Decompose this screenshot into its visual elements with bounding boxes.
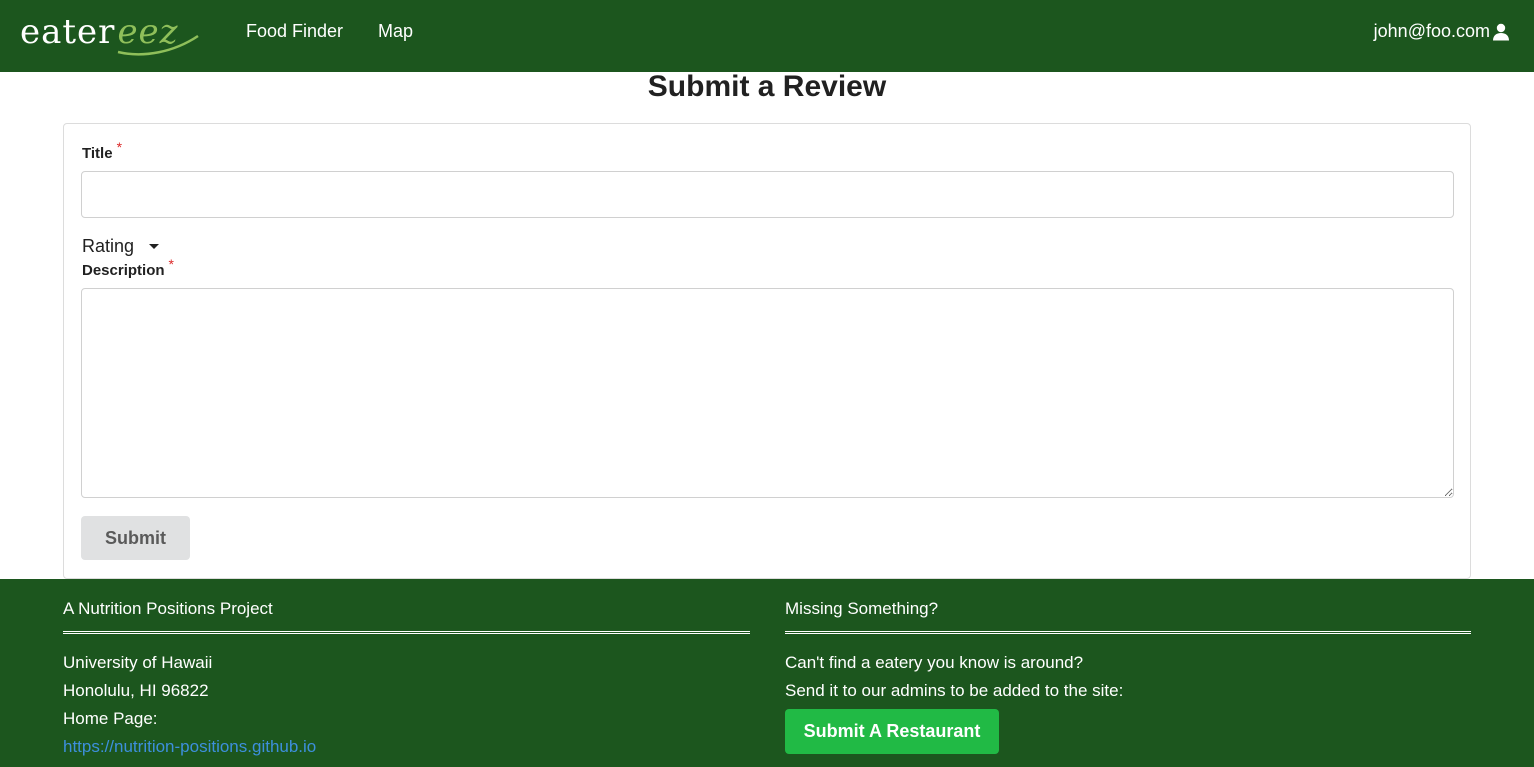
footer-right-heading: Missing Something? bbox=[785, 599, 939, 618]
title-label: Title * bbox=[82, 139, 122, 162]
footer-divider bbox=[63, 631, 750, 634]
caret-down-icon bbox=[149, 244, 160, 249]
footer-address-line: Honolulu, HI 96822 bbox=[63, 681, 209, 700]
user-menu[interactable]: john@foo.com bbox=[1374, 21, 1510, 42]
top-navbar: eater eez Food Finder Map john@foo.com bbox=[0, 0, 1534, 72]
description-label: Description * bbox=[82, 256, 174, 279]
footer-missing-text: Can't find a eatery you know is around? … bbox=[785, 649, 1471, 754]
user-icon bbox=[1492, 23, 1510, 41]
footer-left-heading: A Nutrition Positions Project bbox=[63, 599, 273, 618]
user-email: john@foo.com bbox=[1373, 21, 1490, 41]
footer-left-column: A Nutrition Positions Project University… bbox=[63, 598, 750, 761]
footer-divider bbox=[785, 631, 1471, 634]
footer-address-line: University of Hawaii bbox=[63, 653, 213, 672]
title-input[interactable] bbox=[81, 171, 1454, 218]
description-label-text: Description bbox=[82, 262, 165, 279]
required-mark: * bbox=[116, 139, 123, 155]
title-label-text: Title bbox=[82, 145, 113, 162]
footer-address: University of Hawaii Honolulu, HI 96822 … bbox=[63, 649, 750, 761]
nav-link-food-finder[interactable]: Food Finder bbox=[246, 21, 343, 42]
rating-label: Rating bbox=[82, 236, 135, 256]
submit-restaurant-button[interactable]: Submit A Restaurant bbox=[785, 709, 999, 754]
nav-link-map[interactable]: Map bbox=[378, 21, 413, 42]
footer-right-column: Missing Something? Can't find a eatery y… bbox=[785, 598, 1471, 754]
footer: A Nutrition Positions Project University… bbox=[0, 579, 1534, 767]
footer-missing-line: Can't find a eatery you know is around? bbox=[785, 653, 1084, 672]
description-textarea[interactable] bbox=[81, 288, 1454, 498]
required-mark: * bbox=[168, 256, 174, 272]
rating-dropdown[interactable]: Rating bbox=[82, 236, 160, 257]
logo-swoosh-icon bbox=[117, 34, 199, 56]
footer-homepage-link[interactable]: https://nutrition-positions.github.io bbox=[63, 737, 316, 756]
submit-button[interactable]: Submit bbox=[81, 516, 190, 560]
brand-logo[interactable]: eater eez bbox=[20, 4, 199, 60]
brand-logo-primary: eater bbox=[20, 12, 116, 52]
page-title: Submit a Review bbox=[647, 70, 887, 103]
review-form: Title * Rating Description * Submit bbox=[63, 123, 1471, 579]
footer-missing-line: Send it to our admins to be added to the… bbox=[785, 681, 1124, 700]
footer-homepage-label: Home Page: bbox=[63, 709, 158, 728]
